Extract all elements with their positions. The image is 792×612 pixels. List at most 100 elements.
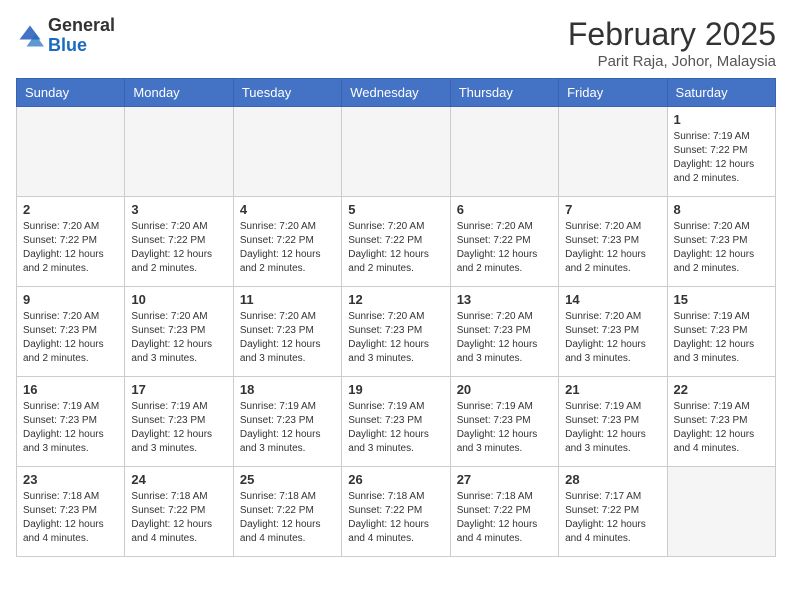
day-info: Sunrise: 7:20 AM Sunset: 7:22 PM Dayligh…	[23, 220, 118, 276]
day-number: 7	[565, 202, 660, 217]
weekday-header-saturday: Saturday	[667, 79, 775, 107]
day-info: Sunrise: 7:18 AM Sunset: 7:22 PM Dayligh…	[131, 490, 226, 546]
day-info: Sunrise: 7:19 AM Sunset: 7:23 PM Dayligh…	[565, 400, 660, 456]
day-number: 14	[565, 292, 660, 307]
day-info: Sunrise: 7:17 AM Sunset: 7:22 PM Dayligh…	[565, 490, 660, 546]
day-cell: 14 Sunrise: 7:20 AM Sunset: 7:23 PM Dayli…	[559, 287, 667, 377]
logo: General Blue	[16, 16, 115, 56]
day-cell: 11 Sunrise: 7:20 AM Sunset: 7:23 PM Dayli…	[233, 287, 341, 377]
day-info: Sunrise: 7:20 AM Sunset: 7:23 PM Dayligh…	[457, 310, 552, 366]
day-info: Sunrise: 7:20 AM Sunset: 7:23 PM Dayligh…	[674, 220, 769, 276]
day-info: Sunrise: 7:19 AM Sunset: 7:23 PM Dayligh…	[674, 400, 769, 456]
day-cell	[125, 107, 233, 197]
day-cell: 5Sunrise: 7:20 AM Sunset: 7:22 PM Daylig…	[342, 197, 450, 287]
week-row-3: 9 Sunrise: 7:20 AM Sunset: 7:23 PM Daylig…	[17, 287, 776, 377]
day-number: 19	[348, 382, 443, 397]
weekday-header-friday: Friday	[559, 79, 667, 107]
day-number: 23	[23, 472, 118, 487]
day-number: 25	[240, 472, 335, 487]
day-cell: 4Sunrise: 7:20 AM Sunset: 7:22 PM Daylig…	[233, 197, 341, 287]
day-number: 8	[674, 202, 769, 217]
day-number: 26	[348, 472, 443, 487]
day-cell: 25 Sunrise: 7:18 AM Sunset: 7:22 PM Dayli…	[233, 467, 341, 557]
day-info: Sunrise: 7:19 AM Sunset: 7:22 PM Dayligh…	[674, 130, 769, 186]
week-row-4: 16 Sunrise: 7:19 AM Sunset: 7:23 PM Dayli…	[17, 377, 776, 467]
day-number: 16	[23, 382, 118, 397]
calendar-table: SundayMondayTuesdayWednesdayThursdayFrid…	[16, 78, 776, 557]
day-number: 13	[457, 292, 552, 307]
day-info: Sunrise: 7:19 AM Sunset: 7:23 PM Dayligh…	[674, 310, 769, 366]
day-cell: 22 Sunrise: 7:19 AM Sunset: 7:23 PM Dayli…	[667, 377, 775, 467]
week-row-1: 1 Sunrise: 7:19 AM Sunset: 7:22 PM Daylig…	[17, 107, 776, 197]
weekday-header-tuesday: Tuesday	[233, 79, 341, 107]
day-cell: 20 Sunrise: 7:19 AM Sunset: 7:23 PM Dayli…	[450, 377, 558, 467]
day-info: Sunrise: 7:18 AM Sunset: 7:22 PM Dayligh…	[348, 490, 443, 546]
day-cell	[233, 107, 341, 197]
weekday-header-thursday: Thursday	[450, 79, 558, 107]
day-info: Sunrise: 7:20 AM Sunset: 7:22 PM Dayligh…	[348, 220, 443, 276]
day-cell: 27 Sunrise: 7:18 AM Sunset: 7:22 PM Dayli…	[450, 467, 558, 557]
day-cell: 2 Sunrise: 7:20 AM Sunset: 7:22 PM Daylig…	[17, 197, 125, 287]
day-info: Sunrise: 7:20 AM Sunset: 7:23 PM Dayligh…	[23, 310, 118, 366]
weekday-header-sunday: Sunday	[17, 79, 125, 107]
day-info: Sunrise: 7:20 AM Sunset: 7:22 PM Dayligh…	[131, 220, 226, 276]
day-number: 17	[131, 382, 226, 397]
day-info: Sunrise: 7:19 AM Sunset: 7:23 PM Dayligh…	[23, 400, 118, 456]
day-number: 20	[457, 382, 552, 397]
day-cell	[559, 107, 667, 197]
day-info: Sunrise: 7:18 AM Sunset: 7:22 PM Dayligh…	[457, 490, 552, 546]
weekday-header-row: SundayMondayTuesdayWednesdayThursdayFrid…	[17, 79, 776, 107]
day-number: 10	[131, 292, 226, 307]
day-cell: 17 Sunrise: 7:19 AM Sunset: 7:23 PM Dayli…	[125, 377, 233, 467]
week-row-2: 2 Sunrise: 7:20 AM Sunset: 7:22 PM Daylig…	[17, 197, 776, 287]
day-info: Sunrise: 7:20 AM Sunset: 7:23 PM Dayligh…	[565, 220, 660, 276]
calendar-title: February 2025	[568, 16, 776, 53]
day-number: 6	[457, 202, 552, 217]
day-cell: 28 Sunrise: 7:17 AM Sunset: 7:22 PM Dayli…	[559, 467, 667, 557]
calendar-subtitle: Parit Raja, Johor, Malaysia	[568, 53, 776, 70]
day-cell: 9 Sunrise: 7:20 AM Sunset: 7:23 PM Daylig…	[17, 287, 125, 377]
day-cell: 6 Sunrise: 7:20 AM Sunset: 7:22 PM Daylig…	[450, 197, 558, 287]
day-cell	[342, 107, 450, 197]
day-number: 18	[240, 382, 335, 397]
day-cell: 7 Sunrise: 7:20 AM Sunset: 7:23 PM Daylig…	[559, 197, 667, 287]
day-info: Sunrise: 7:20 AM Sunset: 7:23 PM Dayligh…	[240, 310, 335, 366]
day-info: Sunrise: 7:20 AM Sunset: 7:22 PM Dayligh…	[457, 220, 552, 276]
logo-blue: Blue	[48, 35, 87, 55]
day-number: 21	[565, 382, 660, 397]
day-info: Sunrise: 7:20 AM Sunset: 7:23 PM Dayligh…	[131, 310, 226, 366]
day-number: 24	[131, 472, 226, 487]
day-number: 15	[674, 292, 769, 307]
day-cell: 12Sunrise: 7:20 AM Sunset: 7:23 PM Dayli…	[342, 287, 450, 377]
day-number: 28	[565, 472, 660, 487]
day-cell	[450, 107, 558, 197]
day-info: Sunrise: 7:19 AM Sunset: 7:23 PM Dayligh…	[348, 400, 443, 456]
day-number: 12	[348, 292, 443, 307]
day-number: 27	[457, 472, 552, 487]
day-info: Sunrise: 7:19 AM Sunset: 7:23 PM Dayligh…	[131, 400, 226, 456]
day-number: 3	[131, 202, 226, 217]
day-info: Sunrise: 7:19 AM Sunset: 7:23 PM Dayligh…	[457, 400, 552, 456]
day-cell: 13 Sunrise: 7:20 AM Sunset: 7:23 PM Dayli…	[450, 287, 558, 377]
day-number: 11	[240, 292, 335, 307]
day-info: Sunrise: 7:20 AM Sunset: 7:23 PM Dayligh…	[565, 310, 660, 366]
day-cell: 1 Sunrise: 7:19 AM Sunset: 7:22 PM Daylig…	[667, 107, 775, 197]
day-number: 1	[674, 112, 769, 127]
day-info: Sunrise: 7:18 AM Sunset: 7:22 PM Dayligh…	[240, 490, 335, 546]
day-cell: 10 Sunrise: 7:20 AM Sunset: 7:23 PM Dayli…	[125, 287, 233, 377]
logo-icon	[16, 22, 44, 50]
title-block: February 2025 Parit Raja, Johor, Malaysi…	[568, 16, 776, 70]
day-cell: 21 Sunrise: 7:19 AM Sunset: 7:23 PM Dayli…	[559, 377, 667, 467]
day-cell: 15 Sunrise: 7:19 AM Sunset: 7:23 PM Dayli…	[667, 287, 775, 377]
day-number: 4	[240, 202, 335, 217]
day-number: 22	[674, 382, 769, 397]
day-number: 9	[23, 292, 118, 307]
weekday-header-monday: Monday	[125, 79, 233, 107]
day-cell: 16 Sunrise: 7:19 AM Sunset: 7:23 PM Dayli…	[17, 377, 125, 467]
logo-text: General Blue	[48, 16, 115, 56]
day-cell	[667, 467, 775, 557]
day-cell: 24 Sunrise: 7:18 AM Sunset: 7:22 PM Dayli…	[125, 467, 233, 557]
day-cell	[17, 107, 125, 197]
day-cell: 8 Sunrise: 7:20 AM Sunset: 7:23 PM Daylig…	[667, 197, 775, 287]
day-number: 2	[23, 202, 118, 217]
